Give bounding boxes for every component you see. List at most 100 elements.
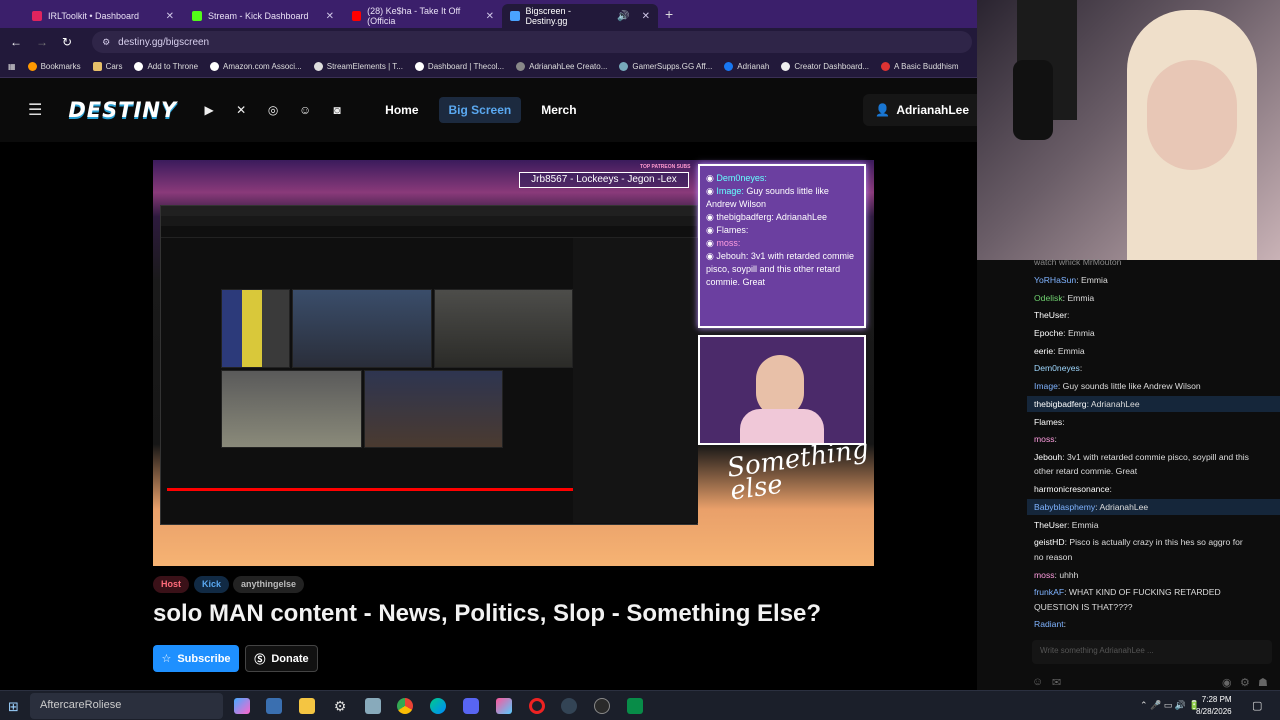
eye-icon[interactable]: ◉ [1222, 676, 1232, 689]
nav-bigscreen[interactable]: Big Screen [438, 97, 522, 123]
users-icon[interactable]: ☗ [1258, 676, 1268, 689]
video-cam-4 [221, 370, 362, 448]
close-icon[interactable]: ✕ [642, 11, 650, 22]
tab-kick[interactable]: Stream - Kick Dashboard ✕ [184, 4, 342, 28]
chat-username[interactable]: Flames [1034, 417, 1062, 427]
edge-icon[interactable] [430, 698, 446, 714]
chat-username[interactable]: Epoche [1034, 328, 1063, 338]
menu-icon[interactable]: ☰ [28, 100, 42, 120]
teams-icon[interactable] [496, 698, 512, 714]
bookmark-label: AdrianahLee Creato... [529, 62, 608, 71]
copilot-icon[interactable] [234, 698, 250, 714]
buddhism-icon [881, 62, 891, 71]
taskbar-search[interactable]: AftercareRoliese [30, 693, 223, 719]
windows-start-icon[interactable]: ⊞ [8, 699, 19, 715]
chat-username[interactable]: moss [1034, 434, 1055, 444]
tag-host[interactable]: Host [153, 576, 189, 593]
taskbar-clock[interactable]: 7:28 PM 8/28/2026 [1196, 694, 1232, 718]
site-info-icon[interactable]: ⚙ [102, 37, 110, 48]
chat-username[interactable]: geistHD [1034, 537, 1065, 547]
bookmark-item[interactable]: Add to Throne [134, 62, 198, 71]
chat-username[interactable]: moss [1034, 570, 1055, 580]
chat-username[interactable]: Image [1034, 381, 1058, 391]
chat-username[interactable]: Babyblasphemy [1034, 502, 1095, 512]
chat-text: WHAT KIND OF FUCKING RETARDED [1068, 587, 1221, 597]
taskview-icon[interactable] [266, 698, 282, 714]
nav-merch[interactable]: Merch [531, 97, 586, 123]
tab-label: Stream - Kick Dashboard [208, 11, 309, 21]
chat-input[interactable]: Write something AdrianahLee ... [1032, 640, 1272, 664]
chat-username[interactable]: TheUser [1034, 520, 1067, 530]
reddit-icon[interactable]: ☺ [297, 102, 313, 118]
discord-icon[interactable] [463, 698, 479, 714]
tab-irltoolkit[interactable]: IRLToolkit • Dashboard ✕ [24, 4, 182, 28]
chat-username[interactable]: harmonicresonance [1034, 484, 1109, 494]
opera-icon[interactable] [529, 698, 545, 714]
settings-icon[interactable]: ⚙ [1240, 676, 1250, 689]
apps-icon[interactable]: ▦ [8, 62, 16, 71]
terminal-icon[interactable] [627, 698, 643, 714]
close-icon[interactable]: ✕ [486, 11, 494, 22]
bookmark-item[interactable]: Dashboard | Thecol... [414, 62, 504, 71]
destiny-logo[interactable]: DESTINY [68, 98, 177, 122]
new-tab-icon[interactable]: + [665, 6, 673, 22]
chat-message: Dem0neyes: [1034, 361, 1082, 375]
notification-icon[interactable]: ▢ [1252, 699, 1262, 712]
donate-button[interactable]: Ⓢ Donate [245, 645, 318, 672]
chat-username[interactable]: Odelisk [1034, 293, 1063, 303]
x-icon[interactable]: ✕ [233, 102, 249, 118]
bookmark-item[interactable]: Amazon.com Associ... [210, 62, 302, 71]
chat-username[interactable]: frunkAF [1034, 587, 1064, 597]
bookmark-item[interactable]: Bookmarks [27, 62, 81, 71]
chrome-icon[interactable] [397, 698, 413, 714]
bookmark-item[interactable]: Creator Dashboard... [781, 62, 869, 71]
chat-username[interactable]: TheUser [1034, 310, 1067, 320]
bookmark-item[interactable]: StreamElements | T... [313, 62, 403, 71]
streamer-shirt [740, 409, 824, 443]
close-icon[interactable]: ✕ [166, 11, 174, 22]
tray-icons[interactable]: ⌃ 🎤 ▭ 🔊 🔋 [1140, 700, 1200, 711]
overlay-line: ◉ Image: Guy sounds little like Andrew W… [706, 186, 829, 210]
nav-home[interactable]: Home [375, 97, 428, 123]
whisper-icon[interactable]: ✉ [1052, 676, 1061, 689]
instagram-icon[interactable]: ◎ [265, 102, 281, 118]
file-explorer-icon[interactable] [299, 698, 315, 714]
url-field[interactable]: ⚙ destiny.gg/bigscreen [92, 31, 973, 53]
obs-icon[interactable] [561, 698, 577, 714]
chat-username[interactable]: Jebouh [1034, 452, 1062, 462]
tab-bigscreen[interactable]: Bigscreen - Destiny.gg 🔊 ✕ [502, 4, 658, 28]
tag-kick[interactable]: Kick [194, 576, 230, 593]
chat-username[interactable]: Dem0neyes [1034, 363, 1080, 373]
inner-tabbar [161, 206, 697, 216]
subscribe-button[interactable]: ☆ Subscribe [153, 645, 239, 672]
chat-message: no reason [1034, 550, 1072, 564]
close-icon[interactable]: ✕ [326, 11, 334, 22]
dollar-icon: Ⓢ [254, 653, 266, 666]
chat-username[interactable]: Radiant [1034, 619, 1064, 629]
search-label: AftercareRoliese [40, 699, 122, 711]
chat-message: QUESTION IS THAT???? [1034, 600, 1133, 614]
settings-icon[interactable]: ⚙ [332, 698, 348, 714]
reload-icon[interactable]: ↻ [62, 35, 72, 49]
bookmark-item[interactable]: Cars [92, 62, 122, 71]
tag-anythingelse[interactable]: anythingelse [233, 576, 305, 593]
youtube-icon[interactable]: ▶ [201, 102, 217, 118]
app-icon[interactable] [365, 698, 381, 714]
app-icon[interactable] [594, 698, 610, 714]
overlay-line: ◉ moss: [706, 238, 741, 249]
bookmark-item[interactable]: A Basic Buddhism [881, 62, 959, 71]
chat-username[interactable]: thebigbadferg [1034, 399, 1087, 409]
discord-icon[interactable]: ◙ [329, 102, 345, 118]
emote-icon[interactable]: ☺ [1032, 676, 1043, 688]
speaker-icon[interactable]: 🔊 [617, 11, 629, 22]
user-menu[interactable]: 👤 AdrianahLee [863, 94, 977, 126]
chat-username[interactable]: eerie [1034, 346, 1053, 356]
chat-username[interactable]: YoRHaSun [1034, 275, 1076, 285]
bookmark-label: GamerSupps.GG Aff... [632, 62, 713, 71]
bookmark-item[interactable]: GamerSupps.GG Aff... [619, 62, 712, 71]
tab-youtube[interactable]: (28) Ke$ha - Take It Off (Officia ✕ [344, 4, 502, 28]
bookmark-item[interactable]: Adrianah [724, 62, 769, 71]
forward-icon[interactable]: → [36, 35, 48, 49]
back-icon[interactable]: ← [10, 35, 22, 49]
bookmark-item[interactable]: AdrianahLee Creato... [516, 62, 607, 71]
